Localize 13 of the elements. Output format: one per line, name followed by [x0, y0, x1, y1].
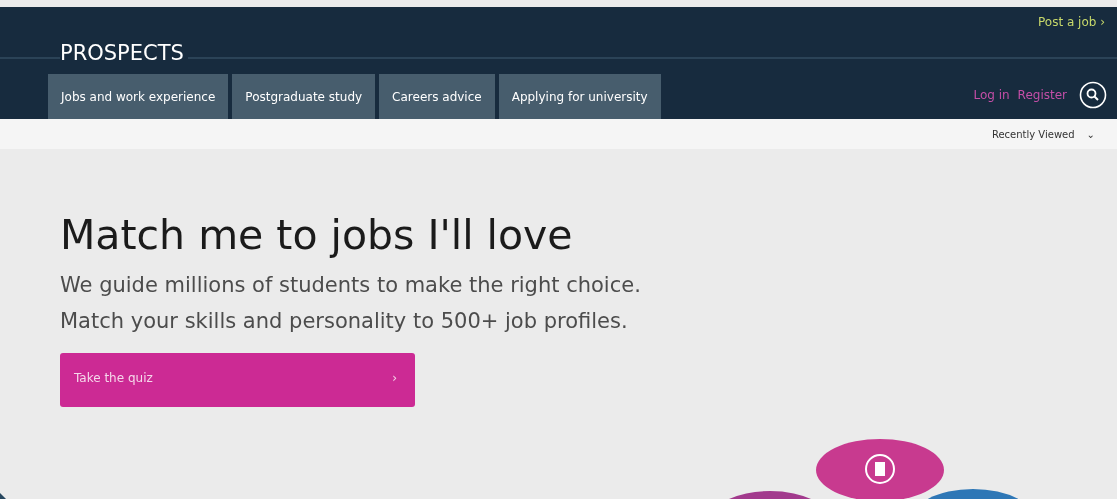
- take-quiz-button[interactable]: Take the quiz ›: [60, 353, 415, 407]
- nav-tab[interactable]: Applying for university: [498, 74, 661, 119]
- post-job-link[interactable]: Post a job ›: [1038, 15, 1105, 29]
- register-link[interactable]: Register: [1017, 88, 1067, 102]
- hero-subtitle: Match your skills and personality to 500+ job profiles.: [60, 309, 629, 333]
- nav-tab[interactable]: Postgraduate study: [232, 74, 376, 119]
- hero-subtitle: We guide millions of students to make the right choice.: [60, 273, 642, 297]
- nav-tab[interactable]: Careers advice: [379, 74, 495, 119]
- nav-tab[interactable]: Jobs and work experience: [48, 74, 229, 119]
- hero-title: Match me to jobs I'll love: [60, 211, 574, 259]
- login-link[interactable]: Log in: [973, 88, 1010, 102]
- recently-viewed-dropdown[interactable]: Recently Viewed ⌄: [991, 128, 1095, 140]
- search-icon[interactable]: [1079, 81, 1107, 109]
